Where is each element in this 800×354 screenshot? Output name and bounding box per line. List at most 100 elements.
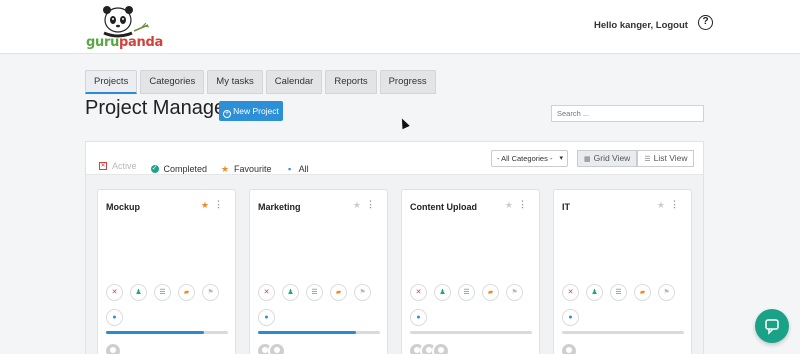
team-icon[interactable]: ♟ [130,284,147,301]
tasks-icon[interactable]: ✕ [562,284,579,301]
tab-projects[interactable]: Projects [85,70,138,94]
list-view-button[interactable]: ☰ List View [637,150,695,167]
project-cards-area: Mockup ★ ⋮ ✕ ♟ ☰ ▰ ⚑ ● Marketing ★ ⋮ ✕ ♟… [86,174,703,354]
star-icon: ★ [221,164,230,174]
new-project-label: New Project [233,106,279,116]
avatar[interactable] [432,342,450,354]
progress-bar [410,331,532,334]
more-options-icon[interactable]: ⋮ [366,199,375,210]
more-options-icon[interactable]: ⋮ [518,199,527,210]
project-actions: ✕ ♟ ☰ ▰ ⚑ ● [258,284,380,326]
logo-text-guru: guru [86,35,120,50]
grid-view-label: Grid View [593,153,631,163]
favourite-star-icon[interactable]: ★ [657,200,665,211]
member-avatars [104,342,122,354]
progress-bar [562,331,684,334]
avatar[interactable] [560,342,578,354]
more-options-icon[interactable]: ⋮ [214,199,223,210]
member-avatars [408,342,450,354]
avatar[interactable] [268,342,286,354]
more-options-icon[interactable]: ⋮ [670,199,679,210]
comments-icon[interactable]: ● [410,309,427,326]
project-title: Marketing [258,202,301,212]
logo-text-panda: panda [119,35,163,50]
tab-progress[interactable]: Progress [379,70,436,94]
list-icon[interactable]: ☰ [306,284,323,301]
chat-support-button[interactable] [755,309,789,343]
tasks-icon[interactable]: ✕ [258,284,275,301]
progress-fill [106,331,204,334]
comments-icon[interactable]: ● [106,309,123,326]
project-card[interactable]: Content Upload ★ ⋮ ✕ ♟ ☰ ▰ ⚑ ● [401,189,540,354]
filter-completed-label: Completed [163,164,208,174]
main-tabs: Projects Categories My tasks Calendar Re… [85,70,436,94]
progress-fill [258,331,356,334]
milestone-flag-icon[interactable]: ⚑ [354,284,371,301]
milestone-flag-icon[interactable]: ⚑ [506,284,523,301]
progress-bar [106,331,228,334]
new-project-button[interactable]: + New Project [219,101,283,121]
project-card[interactable]: Marketing ★ ⋮ ✕ ♟ ☰ ▰ ⚑ ● [249,189,388,354]
chat-bubble-icon [765,319,779,335]
gurupanda-logo[interactable]: gurupanda [84,5,164,51]
list-icon[interactable]: ☰ [154,284,171,301]
project-card[interactable]: Mockup ★ ⋮ ✕ ♟ ☰ ▰ ⚑ ● [97,189,236,354]
progress-bar [258,331,380,334]
project-actions: ✕ ♟ ☰ ▰ ⚑ ● [106,284,228,326]
list-view-icon: ☰ [644,156,651,163]
folder-icon[interactable]: ▰ [634,284,651,301]
folder-icon[interactable]: ▰ [330,284,347,301]
logo-text: gurupanda [86,35,163,50]
folder-icon[interactable]: ▰ [178,284,195,301]
tasks-icon[interactable]: ✕ [106,284,123,301]
tasks-icon[interactable]: ✕ [410,284,427,301]
project-title: IT [562,202,570,212]
folder-icon[interactable]: ▰ [482,284,499,301]
projects-panel: ✕ Active ✓ Completed ★ Favourite ▪ All -… [85,141,704,354]
help-icon[interactable]: ? [698,15,713,30]
tab-calendar[interactable]: Calendar [265,70,323,94]
check-circle-icon: ✓ [150,165,159,173]
favourite-star-icon[interactable]: ★ [505,200,513,211]
project-card[interactable]: IT ★ ⋮ ✕ ♟ ☰ ▰ ⚑ ● [553,189,692,354]
list-icon[interactable]: ☰ [610,284,627,301]
project-actions: ✕ ♟ ☰ ▰ ⚑ ● [410,284,532,326]
project-title: Content Upload [410,202,477,212]
mouse-cursor-icon [398,116,410,130]
team-icon[interactable]: ♟ [282,284,299,301]
page-title: Project Manager [85,97,232,119]
list-icon[interactable]: ☰ [458,284,475,301]
avatar[interactable] [104,342,122,354]
grid-view-button[interactable]: ▦ Grid View [577,150,638,167]
view-toggle: ▦ Grid View ☰ List View [577,150,695,167]
tab-my-tasks[interactable]: My tasks [207,70,263,94]
tab-categories[interactable]: Categories [140,70,205,94]
milestone-flag-icon[interactable]: ⚑ [202,284,219,301]
user-greeting-logout[interactable]: Hello kanger, Logout [594,20,688,31]
member-avatars [560,342,578,354]
comments-icon[interactable]: ● [562,309,579,326]
filter-all-label: All [298,164,309,174]
grid-icon: ▪ [287,164,292,174]
filter-active-label: Active [112,161,137,171]
tab-reports[interactable]: Reports [325,70,377,94]
chevron-down-icon: ▾ [559,155,563,162]
category-select-value: - All Categories - [497,154,553,163]
filter-favourite-label: Favourite [234,164,272,174]
plus-circle-icon: + [223,110,232,118]
list-view-label: List View [653,153,688,163]
favourite-star-icon[interactable]: ★ [353,200,361,211]
favourite-star-icon[interactable]: ★ [201,200,209,211]
active-icon: ✕ [99,162,107,170]
project-actions: ✕ ♟ ☰ ▰ ⚑ ● [562,284,684,326]
member-avatars [256,342,286,354]
team-icon[interactable]: ♟ [586,284,603,301]
search-input[interactable] [551,105,704,122]
comments-icon[interactable]: ● [258,309,275,326]
grid-view-icon: ▦ [584,156,591,163]
team-icon[interactable]: ♟ [434,284,451,301]
top-header: gurupanda Hello kanger, Logout ? [0,0,800,54]
project-title: Mockup [106,202,141,212]
category-select[interactable]: - All Categories - ▾ [491,150,568,167]
milestone-flag-icon[interactable]: ⚑ [658,284,675,301]
